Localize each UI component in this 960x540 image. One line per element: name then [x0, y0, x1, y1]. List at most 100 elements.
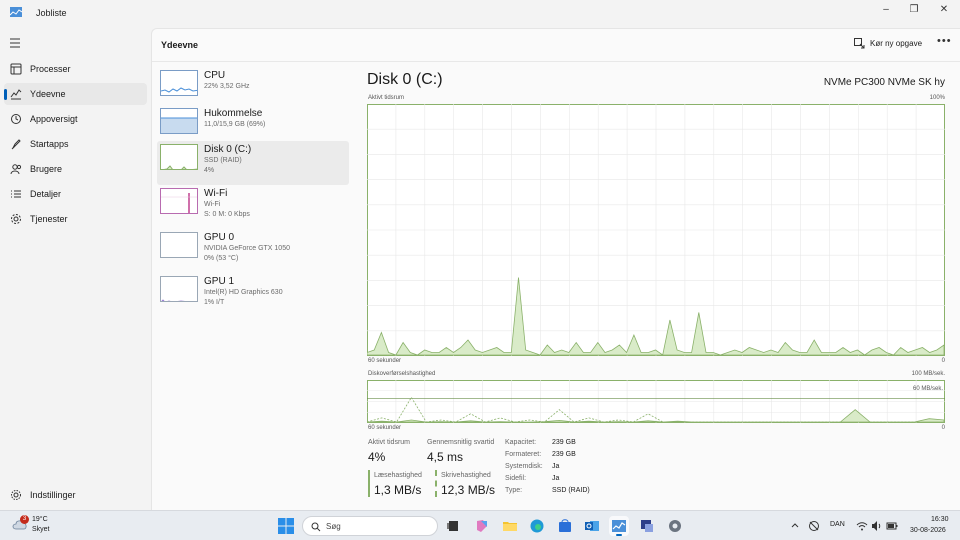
device-gpu-0[interactable]: GPU 0 NVIDIA GeForce GTX 1050 0% (53 °C)	[157, 229, 349, 273]
sidebar-item-label: Startapps	[30, 139, 69, 149]
taskbar-outlook[interactable]	[582, 516, 602, 536]
device-name: GPU 0	[204, 232, 235, 243]
clock-date[interactable]: 30-08-2026	[910, 527, 946, 534]
volume-icon[interactable]	[871, 520, 883, 532]
device-sub: Intel(R) HD Graphics 630	[204, 289, 283, 296]
transfer-x-right: 0	[941, 425, 945, 431]
device-sub: SSD (RAID)	[204, 157, 242, 164]
run-new-task-label: Kør ny opgave	[870, 39, 923, 48]
taskbar-copilot[interactable]	[472, 516, 492, 536]
task-view-icon	[447, 521, 458, 531]
processes-icon	[10, 63, 22, 75]
wifi-icon[interactable]	[856, 520, 868, 532]
taskbar-edge[interactable]	[527, 516, 547, 536]
sidebar-item-processes[interactable]: Processer	[4, 58, 147, 80]
task-manager-icon	[10, 7, 22, 17]
transfer-chart-mid: 60 MB/sek.	[912, 386, 943, 392]
transfer-chart-max: 100 MB/sek.	[911, 371, 945, 377]
sidebar-item-users[interactable]: Brugere	[4, 158, 147, 180]
no-network-icon[interactable]	[808, 520, 820, 532]
store-icon	[559, 519, 571, 532]
prop-page-file-label: Sidefil:	[505, 475, 527, 482]
avg-response-label: Gennemsnitlig svartid	[427, 439, 495, 446]
settings-button[interactable]: Indstillinger	[4, 484, 147, 506]
clock-time[interactable]: 16:30	[931, 516, 949, 523]
device-sub: 0% (53 °C)	[204, 255, 239, 262]
chevron-up-icon[interactable]	[789, 520, 801, 532]
more-options-button[interactable]: •••	[937, 35, 952, 47]
taskbar-settings[interactable]	[665, 516, 685, 536]
prop-type-value: SSD (RAID)	[552, 487, 590, 494]
page-title: Ydeevne	[161, 40, 199, 50]
disk-model: NVMe PC300 NVMe SK hy	[823, 77, 945, 88]
sidebar-item-label: Ydeevne	[30, 89, 66, 99]
device-sub: 22% 3,52 GHz	[204, 83, 250, 90]
run-task-icon	[854, 38, 865, 49]
device-sub: 1% I/T	[204, 299, 225, 306]
window-title: Jobliste	[36, 8, 67, 18]
sidebar-item-label: Processer	[30, 64, 71, 74]
device-name: CPU	[204, 70, 226, 81]
settings-gear-icon	[669, 520, 681, 532]
device-wifi[interactable]: Wi-Fi Wi-Fi S: 0 M: 0 Kbps	[157, 185, 349, 229]
taskbar-task-manager[interactable]	[609, 516, 629, 536]
active-time-chart-max: 100%	[929, 95, 945, 101]
remote-desktop-icon	[641, 520, 653, 532]
maximize-button[interactable]: ❐	[902, 3, 926, 17]
sidebar-item-label: Brugere	[30, 164, 63, 174]
weather-notification-badge: 3	[20, 515, 29, 524]
sidebar-item-details[interactable]: Detaljer	[4, 183, 147, 205]
sidebar-item-services[interactable]: Tjenester	[4, 208, 147, 230]
device-sub: S: 0 M: 0 Kbps	[204, 211, 250, 218]
device-sub: 11,0/15,9 GB (69%)	[204, 121, 266, 128]
transfer-rate-chart	[367, 380, 945, 423]
close-button[interactable]: ✕	[932, 3, 956, 17]
sidebar-item-label: Tjenester	[30, 214, 68, 224]
battery-icon[interactable]	[886, 520, 898, 532]
settings-label: Indstillinger	[30, 490, 76, 500]
device-sub: Wi-Fi	[204, 201, 221, 208]
write-speed-value: 12,3 MB/s	[441, 483, 496, 497]
taskbar-store[interactable]	[555, 516, 575, 536]
write-speed-bar	[435, 470, 437, 497]
active-time-chart-label: Aktivt tidsrum	[368, 95, 405, 101]
input-language-indicator[interactable]: DAN	[830, 521, 845, 528]
taskbar: 3 19°C Skyet Søg DAN 16:30 30-08-2026	[0, 510, 960, 540]
performance-icon	[10, 89, 22, 100]
device-name: Hukommelse	[204, 108, 263, 119]
services-icon	[11, 214, 21, 224]
hamburger-menu-icon[interactable]	[10, 38, 22, 48]
prop-capacity-label: Kapacitet:	[505, 439, 537, 446]
prop-type-label: Type:	[505, 487, 523, 494]
disk-thumbnail-graph	[160, 144, 198, 170]
prop-formatted-value: 239 GB	[552, 451, 576, 458]
taskbar-remote-app[interactable]	[637, 516, 657, 536]
title-bar: Jobliste ‒ ❐ ✕	[0, 0, 960, 26]
device-sub: NVIDIA GeForce GTX 1050	[204, 245, 290, 252]
active-time-stat-label: Aktivt tidsrum	[368, 439, 411, 446]
device-disk-0[interactable]: Disk 0 (C:) SSD (RAID) 4%	[157, 141, 349, 185]
gpu0-thumbnail-graph	[160, 232, 198, 258]
main-panel: Ydeevne Kør ny opgave ••• CPU 22% 3,52 G…	[151, 28, 960, 510]
taskbar-file-explorer[interactable]	[500, 516, 520, 536]
sidebar-item-label: Detaljer	[30, 189, 62, 199]
weather-description: Skyet	[32, 526, 50, 533]
header-divider	[152, 61, 960, 62]
disk-title: Disk 0 (C:)	[367, 71, 443, 88]
prop-system-disk-label: Systemdisk:	[505, 463, 543, 470]
device-gpu-1[interactable]: GPU 1 Intel(R) HD Graphics 630 1% I/T	[157, 273, 349, 317]
minimize-button[interactable]: ‒	[874, 3, 898, 17]
outlook-icon	[585, 521, 599, 531]
sidebar-item-performance[interactable]: Ydeevne	[4, 83, 147, 105]
search-placeholder: Søg	[326, 522, 341, 531]
active-time-x-right: 0	[941, 358, 945, 364]
sidebar-item-label: Appoversigt	[30, 114, 78, 124]
sidebar-item-startup-apps[interactable]: Startapps	[4, 133, 147, 155]
search-icon	[311, 522, 321, 532]
taskbar-task-view[interactable]	[444, 516, 464, 536]
details-icon	[11, 190, 21, 198]
windows-start-icon[interactable]	[278, 518, 294, 534]
sidebar-item-app-history[interactable]: Appoversigt	[4, 108, 147, 130]
taskbar-search-box[interactable]: Søg	[302, 516, 438, 536]
cpu-thumbnail-graph	[160, 70, 198, 96]
